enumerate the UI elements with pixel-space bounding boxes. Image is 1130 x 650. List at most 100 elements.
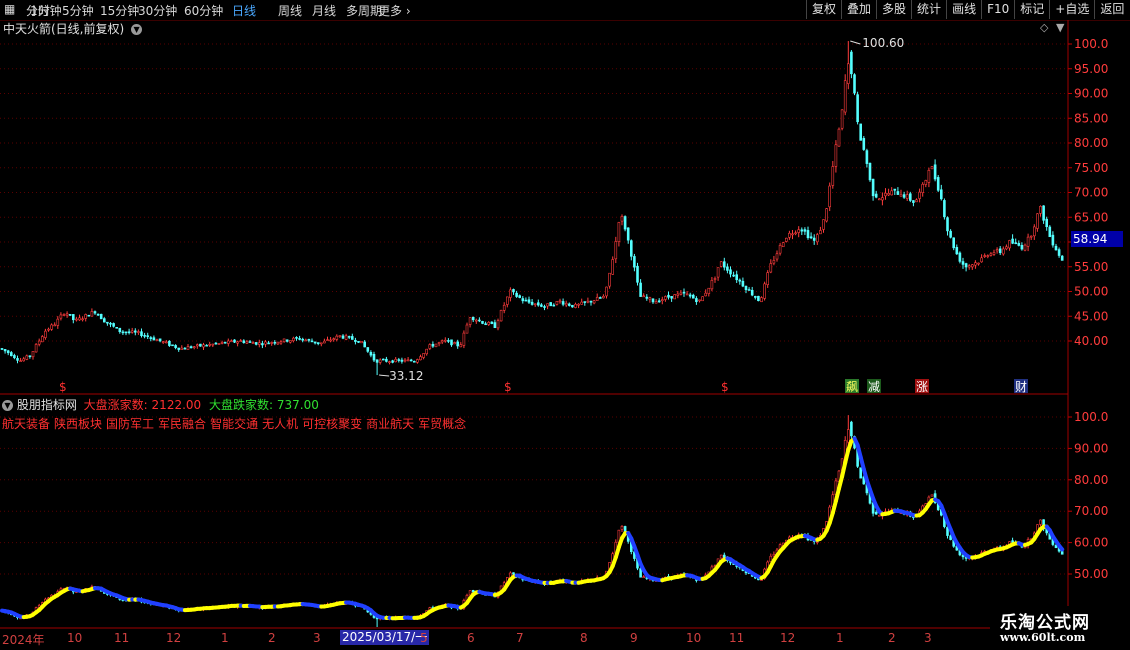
event-marker: $ [504, 380, 512, 394]
candle-body [65, 313, 69, 316]
candle-body [552, 304, 556, 307]
candle-body [980, 257, 983, 263]
candle-body-sub [620, 526, 624, 530]
date-label: 7 [516, 631, 524, 645]
date-label: 10 [686, 631, 702, 645]
candle-body [577, 303, 580, 306]
candle-body [732, 274, 735, 277]
concept-tag[interactable]: 国防军工 [106, 417, 154, 431]
chevron-down-icon[interactable]: ▼ [2, 400, 13, 411]
candle-body [431, 343, 435, 347]
candle-body [812, 237, 816, 241]
candle-body [701, 296, 704, 302]
candle-body [1039, 206, 1042, 214]
high-pointer [850, 40, 861, 45]
concept-tag[interactable]: 无人机 [262, 417, 298, 431]
candle-body [781, 242, 785, 248]
candle-body [350, 336, 354, 340]
candle-body [397, 359, 401, 361]
candle-body [874, 193, 878, 198]
candle-body [998, 248, 1002, 254]
candle-body [391, 360, 394, 363]
watermark-url: www.60lt.com [1000, 631, 1086, 644]
concept-tag[interactable]: 商业航天 [366, 417, 414, 431]
candle-body [943, 200, 946, 218]
candle-body [744, 285, 748, 291]
candle-body [642, 295, 646, 298]
down-count-label: 大盘跌家数: [209, 398, 274, 412]
candle-body [505, 296, 509, 305]
candle-body [930, 166, 934, 170]
concept-tag[interactable]: 可控核聚变 [302, 417, 362, 431]
candle-body [561, 301, 565, 305]
y-tick-label: 80.00 [1074, 136, 1108, 150]
y-tick-label: 40.00 [1074, 334, 1108, 348]
candle-body [964, 263, 968, 268]
candle-body [540, 304, 543, 307]
kline-chart[interactable]: 100.0 95.00 90.00 85.00 80.00 75.00 70.00 65.00… [0, 0, 1130, 650]
candle-body [794, 232, 797, 235]
candle-body [530, 301, 534, 305]
candle-body [688, 294, 692, 297]
watermark-logo: 乐淘公式网 www.60lt.com [990, 606, 1130, 650]
candle-body [456, 341, 460, 347]
indicator-name[interactable]: 股朋指标网 [17, 398, 77, 412]
candle-body [372, 354, 376, 361]
candle-body [481, 321, 484, 324]
candle-body [1023, 244, 1027, 251]
candle-body [955, 247, 959, 255]
concept-tag[interactable]: 军贸概念 [418, 417, 466, 431]
date-label: 12 [780, 631, 796, 645]
candle-body [425, 348, 429, 355]
candle-body [893, 188, 897, 191]
candle-body [1060, 255, 1064, 261]
candle-body [853, 74, 856, 94]
candle-body [335, 335, 339, 340]
candle-body [682, 291, 686, 294]
candle-body [186, 346, 190, 350]
candle-body [992, 252, 996, 255]
candle-body [468, 317, 472, 325]
annotations: 100.60 33.12 $ $ $ 飙减 涨 财 [59, 36, 1028, 394]
y-axis: 100.0 95.00 90.00 85.00 80.00 75.00 70.00 65.00… [1068, 37, 1108, 581]
candle-body [803, 229, 807, 232]
candle-body [871, 178, 875, 197]
candle-body [645, 296, 649, 299]
candle-body [924, 180, 928, 185]
candle-body [462, 332, 466, 346]
candle-body [341, 335, 345, 339]
candle-body [633, 256, 636, 268]
candle-body [763, 283, 766, 299]
concept-tag[interactable]: 航天装备 [2, 417, 50, 431]
y-tick-label: 100.0 [1074, 37, 1108, 51]
candle-body [419, 356, 422, 361]
candle-body [22, 358, 26, 362]
candle-body [747, 289, 751, 291]
y-tick-label: 65.00 [1074, 210, 1108, 224]
candle-body [527, 299, 531, 303]
candle-body [440, 340, 444, 343]
candle-body [1008, 240, 1011, 249]
concept-tag[interactable]: 智能交通 [210, 417, 258, 431]
concept-tag[interactable]: 陕西板块 [54, 417, 102, 431]
candle-body [490, 321, 494, 324]
candle-body [583, 301, 587, 303]
concept-tag[interactable]: 军民融合 [158, 417, 206, 431]
candle-body [626, 227, 630, 241]
candle-body [28, 355, 32, 358]
candle-body [90, 311, 94, 317]
candle-body [843, 80, 847, 113]
candle-body [0, 348, 4, 350]
candle-body [19, 360, 22, 362]
candle-body [124, 331, 128, 334]
candle-body [636, 265, 639, 283]
candle-body [257, 342, 261, 345]
candle-body [183, 347, 187, 350]
y-tick-label: 95.00 [1074, 62, 1108, 76]
candle-body [1051, 234, 1055, 246]
candle-body-sub [1039, 519, 1042, 525]
candle-body [313, 341, 317, 344]
candle-body [1048, 226, 1052, 238]
candle-body [177, 347, 180, 350]
candle-body [499, 310, 503, 322]
